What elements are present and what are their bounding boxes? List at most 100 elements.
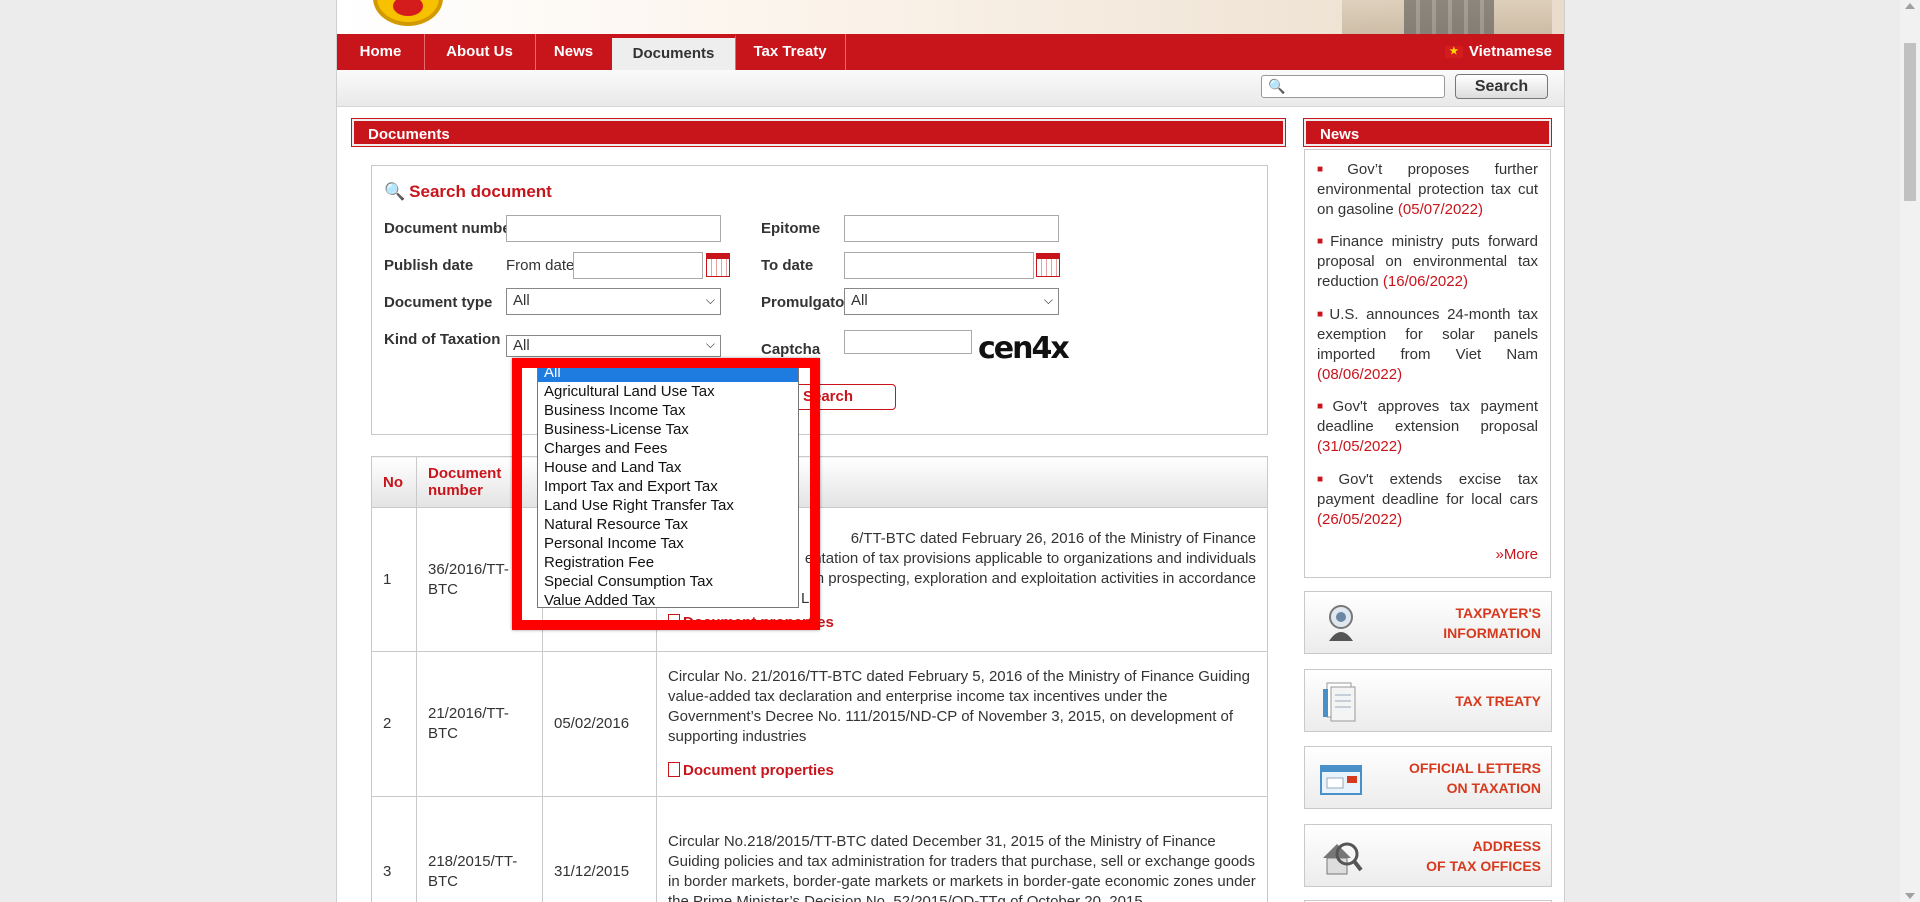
side-link-label: OFFICIAL LETTERS ON TAXATION bbox=[1409, 759, 1541, 796]
search-icon: 🔍 bbox=[1268, 78, 1286, 94]
news-item-text: U.S. announces 24-month tax exemption fo… bbox=[1317, 306, 1538, 363]
bullet-icon: ■ bbox=[1317, 164, 1345, 175]
document-properties-link[interactable]: Document properties bbox=[668, 761, 834, 781]
epitome-input[interactable] bbox=[844, 215, 1059, 242]
page-container: Home About Us News Documents Tax Treaty … bbox=[336, 0, 1565, 902]
document-properties-label: Document properties bbox=[683, 613, 834, 631]
dropdown-option[interactable]: Registration Fee bbox=[538, 553, 798, 572]
dropdown-option[interactable]: Agricultural Land Use Tax bbox=[538, 382, 798, 401]
nav-home[interactable]: Home bbox=[337, 34, 425, 70]
calendar-icon[interactable] bbox=[1036, 253, 1060, 277]
dropdown-option[interactable]: All bbox=[538, 363, 798, 382]
publish-date-label: Publish date bbox=[384, 257, 474, 274]
dropdown-option[interactable]: Charges and Fees bbox=[538, 439, 798, 458]
magnifier-icon: 🔍 bbox=[384, 182, 406, 201]
table-row: 2 21/2016/TT-BTC 05/02/2016 Circular No.… bbox=[371, 651, 1268, 797]
treaty-document-icon bbox=[1323, 682, 1356, 722]
to-date-input[interactable] bbox=[844, 252, 1034, 279]
document-properties-link[interactable]: Document properties bbox=[668, 613, 834, 633]
dropdown-option[interactable]: Land Use Right Transfer Tax bbox=[538, 496, 798, 515]
top-search-button[interactable]: Search bbox=[1455, 74, 1548, 99]
chevron-down-icon: ⌵ bbox=[705, 293, 715, 307]
kind-of-taxation-select[interactable]: All ⌵ bbox=[506, 335, 721, 357]
main-nav: Home About Us News Documents Tax Treaty … bbox=[337, 34, 1564, 70]
row-document-number: 21/2016/TT-BTC bbox=[416, 651, 543, 797]
double-chevron-right-icon: » bbox=[1495, 546, 1504, 563]
dropdown-option[interactable]: Business-License Tax bbox=[538, 420, 798, 439]
dropdown-option[interactable]: House and Land Tax bbox=[538, 458, 798, 477]
nav-about-us[interactable]: About Us bbox=[424, 34, 536, 70]
dropdown-option[interactable]: Personal Income Tax bbox=[538, 534, 798, 553]
taxpayer-icon bbox=[1329, 605, 1353, 641]
vietnam-flag-icon: ★ bbox=[1444, 46, 1463, 59]
col-document-number-header: Document number bbox=[416, 456, 543, 508]
promulgator-value: All bbox=[851, 292, 868, 309]
side-link-label: TAXPAYER'S INFORMATION bbox=[1443, 604, 1541, 641]
tax-treaty-link[interactable]: TAX TREATY bbox=[1304, 669, 1552, 732]
nav-documents[interactable]: Documents bbox=[612, 34, 736, 70]
promulgator-select[interactable]: All ⌵ bbox=[844, 288, 1059, 315]
news-item-text: Gov't extends excise tax payment deadlin… bbox=[1317, 471, 1539, 508]
bullet-icon: ■ bbox=[1317, 309, 1327, 320]
dropdown-option[interactable]: Special Consumption Tax bbox=[538, 572, 798, 591]
calculator-image bbox=[1404, 0, 1494, 34]
table-row: 1 36/2016/TT-BTC 6/TT-BTC dated February… bbox=[371, 507, 1268, 652]
dropdown-option[interactable]: Business Income Tax bbox=[538, 401, 798, 420]
news-item[interactable]: ■ Gov’t proposes further environmental pr… bbox=[1317, 160, 1538, 220]
top-search-input[interactable] bbox=[1290, 78, 1444, 96]
documents-table: No Document number 1 36/2016/TT-BTC 6/TT… bbox=[371, 456, 1268, 902]
table-header-row: No Document number bbox=[371, 456, 1268, 508]
scroll-up-arrow-icon[interactable] bbox=[1905, 3, 1915, 9]
bullet-icon: ■ bbox=[1317, 474, 1336, 485]
row-epitome: Circular No.218/2015/TT-BTC dated Decemb… bbox=[656, 796, 1268, 902]
side-link-label: ADDRESS OF TAX OFFICES bbox=[1426, 837, 1541, 874]
kind-of-taxation-dropdown[interactable]: All Agricultural Land Use Tax Business I… bbox=[537, 362, 799, 610]
taxpayer-information-link[interactable]: TAXPAYER'S INFORMATION bbox=[1304, 591, 1552, 654]
dropdown-option[interactable]: Natural Resource Tax bbox=[538, 515, 798, 534]
document-type-select[interactable]: All ⌵ bbox=[506, 288, 721, 315]
document-number-label: Document number bbox=[384, 220, 517, 237]
scroll-down-arrow-icon[interactable] bbox=[1905, 893, 1915, 899]
header-banner bbox=[337, 0, 1564, 34]
row-epitome: Circular No. 21/2016/TT-BTC dated Februa… bbox=[656, 651, 1268, 797]
document-type-value: All bbox=[513, 292, 530, 309]
page-scrollbar[interactable] bbox=[1900, 0, 1920, 902]
news-item[interactable]: ■ U.S. announces 24-month tax exemption f… bbox=[1317, 305, 1538, 385]
news-item-text: Gov't approves tax payment deadline exte… bbox=[1317, 398, 1539, 435]
table-row: 3 218/2015/TT-BTC 31/12/2015 Circular No… bbox=[371, 796, 1268, 902]
tax-offices-address-link[interactable]: ADDRESS OF TAX OFFICES bbox=[1304, 824, 1552, 887]
scrollbar-thumb[interactable] bbox=[1904, 43, 1916, 201]
captcha-image: cen4x bbox=[978, 331, 1070, 366]
from-date-input[interactable] bbox=[573, 252, 703, 279]
language-label: Vietnamese bbox=[1468, 43, 1552, 60]
document-number-input[interactable] bbox=[506, 215, 721, 242]
row-epitome-text: Circular No. 21/2016/TT-BTC dated Februa… bbox=[668, 668, 1250, 745]
nav-news[interactable]: News bbox=[535, 34, 613, 70]
news-item[interactable]: ■ Gov't extends excise tax payment deadli… bbox=[1317, 470, 1538, 530]
kind-of-taxation-label: Kind of Taxation bbox=[384, 331, 501, 348]
official-letters-link[interactable]: OFFICIAL LETTERS ON TAXATION bbox=[1304, 746, 1552, 809]
dropdown-option[interactable]: Value Added Tax bbox=[538, 591, 798, 610]
bullet-icon: ■ bbox=[1317, 236, 1328, 247]
news-item[interactable]: ■ Finance ministry puts forward proposal … bbox=[1317, 232, 1538, 292]
news-more-link[interactable]: »More bbox=[1495, 546, 1538, 563]
row-no: 2 bbox=[371, 651, 417, 797]
row-no: 1 bbox=[371, 507, 417, 652]
document-file-icon bbox=[668, 762, 680, 777]
row-no: 3 bbox=[371, 796, 417, 902]
logo-emblem bbox=[373, 0, 443, 26]
documents-panel-title: Documents bbox=[351, 118, 1286, 147]
news-item[interactable]: ■ Gov't approves tax payment deadline ext… bbox=[1317, 397, 1538, 457]
search-document-heading: Search document bbox=[409, 182, 552, 201]
top-search-field[interactable]: 🔍 bbox=[1261, 75, 1445, 98]
dropdown-option[interactable]: Import Tax and Export Tax bbox=[538, 477, 798, 496]
row-document-number: 36/2016/TT-BTC bbox=[416, 507, 543, 652]
letters-icon bbox=[1320, 765, 1362, 795]
news-more-label: More bbox=[1503, 546, 1538, 563]
from-date-label: From date bbox=[506, 257, 575, 274]
nav-tax-treaty[interactable]: Tax Treaty bbox=[735, 34, 846, 70]
house-search-icon bbox=[1323, 842, 1363, 875]
calendar-icon[interactable] bbox=[706, 253, 730, 277]
captcha-input[interactable] bbox=[844, 330, 972, 354]
language-switch[interactable]: ★ Vietnamese bbox=[1444, 34, 1552, 70]
